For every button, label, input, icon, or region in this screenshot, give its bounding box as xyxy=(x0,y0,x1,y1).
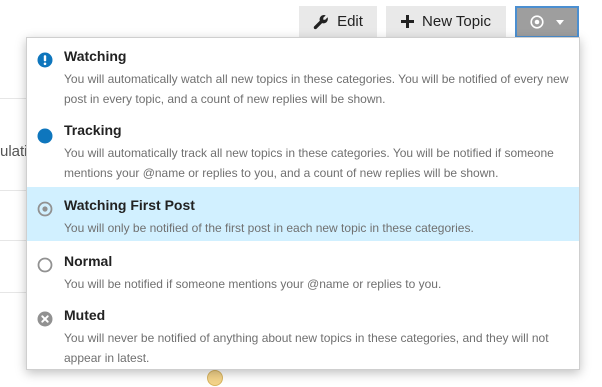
caret-down-icon xyxy=(556,19,564,25)
times-circle-icon xyxy=(37,311,53,327)
edit-button-label: Edit xyxy=(337,13,363,30)
background-partial-text: ulati xyxy=(0,143,28,160)
wrench-icon xyxy=(313,14,329,30)
option-title: Normal xyxy=(64,253,113,269)
option-title: Watching First Post xyxy=(64,197,195,213)
option-description: You will automatically track all new top… xyxy=(64,146,554,180)
new-topic-button-label: New Topic xyxy=(422,13,491,30)
dot-circle-icon xyxy=(37,201,53,217)
option-title: Tracking xyxy=(64,122,122,138)
option-title: Watching xyxy=(64,48,127,64)
option-watching[interactable]: Watching You will automatically watch al… xyxy=(27,38,579,111)
filled-circle-icon xyxy=(37,128,53,144)
edit-button[interactable]: Edit xyxy=(299,6,377,37)
circle-dot-icon xyxy=(530,15,544,29)
option-tracking[interactable]: Tracking You will automatically track al… xyxy=(27,112,579,186)
avatar xyxy=(207,370,223,386)
option-title: Muted xyxy=(64,307,106,323)
empty-circle-icon xyxy=(37,257,53,273)
new-topic-button[interactable]: New Topic xyxy=(386,6,506,37)
option-watching-first-post[interactable]: Watching First Post You will only be not… xyxy=(27,187,579,241)
option-description: You will only be notified of the first p… xyxy=(64,221,474,235)
option-description: You will be notified if someone mentions… xyxy=(64,277,442,291)
option-description: You will never be notified of anything a… xyxy=(64,331,549,365)
exclamation-circle-icon xyxy=(37,52,53,68)
notification-level-button[interactable] xyxy=(515,6,579,38)
option-description: You will automatically watch all new top… xyxy=(64,72,569,106)
option-muted[interactable]: Muted You will never be notified of anyt… xyxy=(27,297,579,370)
notification-level-dropdown: Watching You will automatically watch al… xyxy=(26,37,580,370)
plus-icon xyxy=(401,15,415,28)
option-normal[interactable]: Normal You will be notified if someone m… xyxy=(27,243,579,295)
